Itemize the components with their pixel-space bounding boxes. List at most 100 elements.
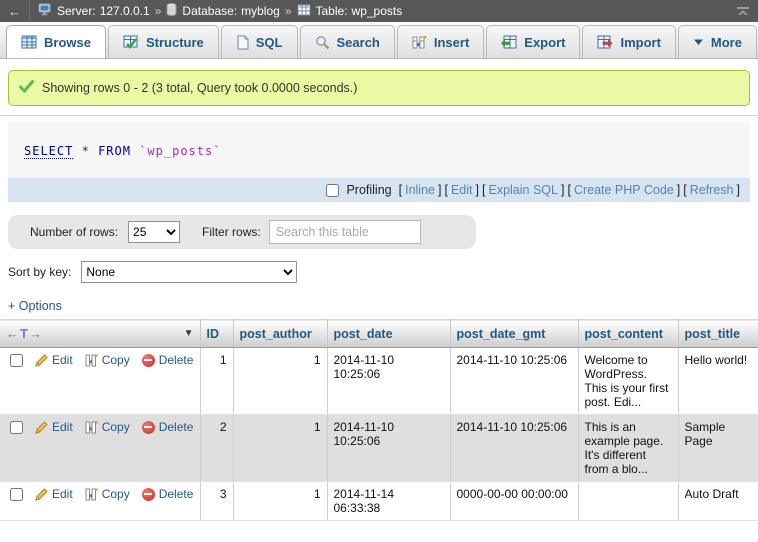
tab-search[interactable]: Search [300, 25, 395, 58]
row-checkbox[interactable] [10, 421, 23, 434]
cell-id: 3 [200, 482, 233, 521]
filter-rows-input[interactable] [269, 220, 421, 244]
header-post-title[interactable]: post_title [678, 320, 758, 348]
tab-browse-label: Browse [44, 35, 91, 50]
tab-insert[interactable]: Insert [397, 25, 484, 58]
bracket: ] [737, 183, 740, 197]
header-post-date-gmt[interactable]: post_date_gmt [450, 320, 578, 348]
pencil-icon [35, 354, 48, 367]
header-id[interactable]: ID [200, 320, 233, 348]
row-checkbox[interactable] [10, 488, 23, 501]
columns-dropdown-icon[interactable]: ▼ [184, 328, 194, 339]
tab-more-label: More [711, 35, 742, 50]
sql-keyword-from: FROM [98, 144, 131, 158]
browse-icon [21, 35, 37, 49]
edit-link[interactable]: Edit [35, 487, 73, 501]
profiling-checkbox[interactable] [326, 184, 339, 197]
bracket: [ [567, 183, 570, 197]
bracket: ] [438, 183, 441, 197]
cell-post-date-gmt: 2014-11-10 10:25:06 [450, 348, 578, 415]
edit-sql-link[interactable]: Edit [451, 183, 473, 197]
cell-post-author: 1 [233, 348, 327, 415]
cell-post-author: 1 [233, 415, 327, 482]
cell-post-content [578, 482, 678, 521]
copy-icon [85, 354, 98, 367]
copy-label: Copy [102, 353, 130, 367]
pencil-icon [35, 421, 48, 434]
delete-link[interactable]: Delete [142, 353, 194, 367]
chevron-down-icon [693, 38, 704, 46]
delete-link[interactable]: Delete [142, 420, 194, 434]
copy-label: Copy [102, 420, 130, 434]
options-toggle-link[interactable]: + Options [8, 299, 62, 313]
collapse-panel-icon[interactable] [728, 6, 758, 17]
database-label: Database: [182, 4, 237, 18]
number-of-rows-label: Number of rows: [30, 225, 118, 239]
bracket: ] [561, 183, 564, 197]
sort-by-key-label: Sort by key: [8, 265, 71, 279]
delete-link[interactable]: Delete [142, 487, 194, 501]
cell-post-date-gmt: 0000-00-00 00:00:00 [450, 482, 578, 521]
breadcrumb-server[interactable]: Server: 127.0.0.1 [57, 4, 150, 18]
import-icon [597, 35, 613, 49]
row-checkbox[interactable] [10, 354, 23, 367]
tab-sql[interactable]: SQL [221, 25, 298, 58]
success-text: Showing rows 0 - 2 (3 total, Query took … [42, 81, 357, 95]
header-post-author[interactable]: post_author [233, 320, 327, 348]
database-icon [166, 3, 177, 19]
bracket: [ [444, 183, 447, 197]
cell-post-content: Welcome to WordPress. This is your first… [578, 348, 678, 415]
copy-link[interactable]: Copy [85, 420, 130, 434]
sql-table-identifier: `wp_posts` [139, 144, 221, 158]
table-row: Edit Copy Delete 2 1 2014-11-10 10:25:06… [0, 415, 758, 482]
delete-icon [142, 421, 155, 434]
tab-structure[interactable]: Structure [108, 25, 219, 58]
back-icon[interactable]: ← [0, 0, 30, 22]
delete-label: Delete [159, 353, 194, 367]
cell-post-date: 2014-11-14 06:33:38 [327, 482, 450, 521]
copy-link[interactable]: Copy [85, 353, 130, 367]
breadcrumb-database[interactable]: Database: myblog [182, 4, 279, 18]
breadcrumb: Server: 127.0.0.1 » Database: myblog » T… [30, 3, 728, 19]
explain-sql-link[interactable]: Explain SQL [488, 183, 557, 197]
sql-keyword-select: SELECT [24, 144, 73, 159]
export-icon [501, 35, 517, 49]
bracket: [ [683, 183, 686, 197]
sort-by-key-select[interactable]: None [81, 261, 297, 283]
sql-toolbar: Profiling [ Inline ] [ Edit ] [ Explain … [8, 178, 750, 202]
success-message: Showing rows 0 - 2 (3 total, Query took … [8, 70, 750, 106]
tab-sql-label: SQL [256, 35, 283, 50]
breadcrumb-separator: » [155, 4, 162, 18]
tab-more[interactable]: More [678, 25, 757, 58]
copy-link[interactable]: Copy [85, 487, 130, 501]
header-post-date[interactable]: post_date [327, 320, 450, 348]
bracket: [ [399, 183, 402, 197]
tab-export-label: Export [524, 35, 565, 50]
breadcrumb-table[interactable]: Table: wp_posts [316, 4, 403, 18]
cell-post-date-gmt: 2014-11-10 10:25:06 [450, 415, 578, 482]
tab-search-label: Search [337, 35, 380, 50]
number-of-rows-select[interactable]: 25 [128, 221, 180, 243]
delete-label: Delete [159, 487, 194, 501]
bracket: [ [482, 183, 485, 197]
tab-export[interactable]: Export [486, 25, 580, 58]
delete-label: Delete [159, 420, 194, 434]
cell-post-title: Sample Page [678, 415, 758, 482]
refresh-link[interactable]: Refresh [690, 183, 734, 197]
header-post-content[interactable]: post_content [578, 320, 678, 348]
tab-import[interactable]: Import [582, 25, 675, 58]
inline-link[interactable]: Inline [405, 183, 435, 197]
edit-link[interactable]: Edit [35, 420, 73, 434]
section-divider [0, 115, 758, 116]
edit-link[interactable]: Edit [35, 353, 73, 367]
cell-post-date: 2014-11-10 10:25:06 [327, 415, 450, 482]
tab-bar: Browse Structure SQL Search Insert Expor… [0, 22, 758, 59]
search-icon [315, 35, 330, 50]
tab-browse[interactable]: Browse [6, 25, 106, 58]
create-php-code-link[interactable]: Create PHP Code [574, 183, 674, 197]
column-browse-arrows[interactable]: ←T→ [6, 326, 43, 341]
tab-structure-label: Structure [146, 35, 204, 50]
delete-icon [142, 354, 155, 367]
bracket: ] [677, 183, 680, 197]
table-row: Edit Copy Delete 1 1 2014-11-10 10:25:06… [0, 348, 758, 415]
